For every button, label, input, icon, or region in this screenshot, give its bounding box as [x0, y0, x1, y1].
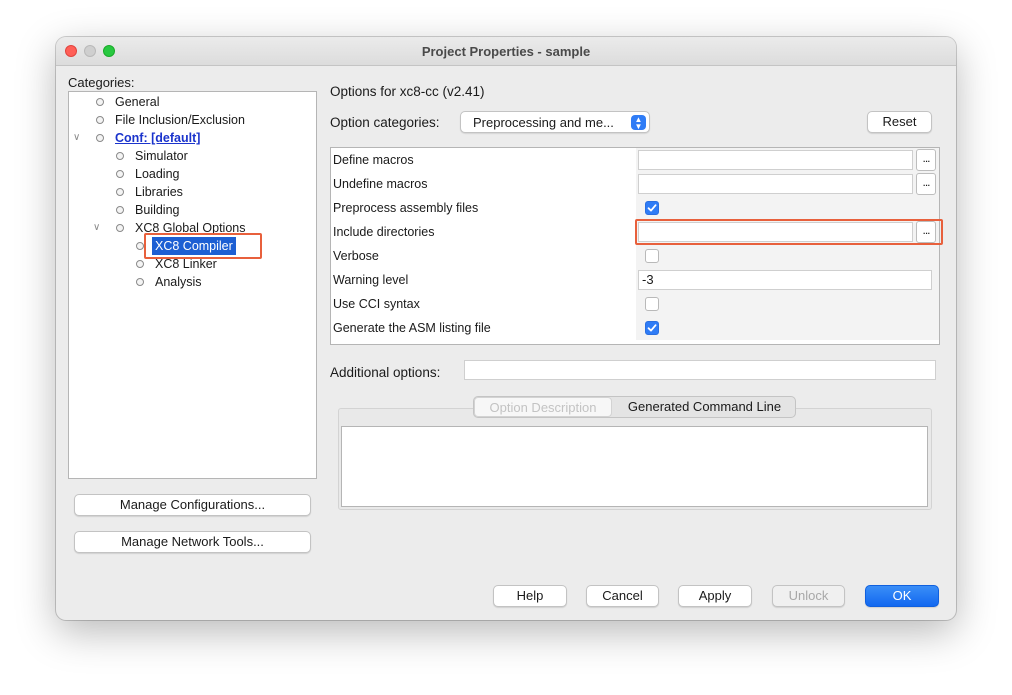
manage-network-tools-button[interactable]: Manage Network Tools...	[74, 531, 311, 553]
tree-item-loading[interactable]: Loading	[69, 165, 314, 183]
property-name: Include directories	[333, 225, 435, 239]
property-row-define-macros: Define macros ...	[331, 148, 939, 172]
tree-item-label: XC8 Global Options	[135, 221, 246, 235]
tree-item-label: Building	[135, 203, 180, 217]
options-property-table: Define macros ... Undefine macros ... Pr…	[330, 147, 940, 345]
tree-item-xc8-linker[interactable]: XC8 Linker	[69, 255, 314, 273]
tree-item-simulator[interactable]: Simulator	[69, 147, 314, 165]
warning-level-input[interactable]: -3	[638, 270, 932, 290]
preprocess-assembly-checkbox[interactable]	[645, 201, 659, 215]
generate-asm-listing-checkbox[interactable]	[645, 321, 659, 335]
property-row-preprocess-assembly: Preprocess assembly files	[331, 196, 939, 220]
cancel-button[interactable]: Cancel	[586, 585, 659, 607]
property-name: Use CCI syntax	[333, 297, 420, 311]
property-name: Verbose	[333, 249, 379, 263]
project-properties-window: Project Properties - sample Categories: …	[56, 37, 956, 620]
tree-node-icon	[96, 116, 104, 124]
tree-item-label: File Inclusion/Exclusion	[115, 113, 245, 127]
tree-node-icon	[116, 206, 124, 214]
expand-chevron-icon[interactable]: ∨	[73, 129, 80, 147]
use-cci-syntax-checkbox[interactable]	[645, 297, 659, 311]
reset-button[interactable]: Reset	[867, 111, 932, 133]
property-name: Warning level	[333, 273, 409, 287]
tree-node-icon	[116, 188, 124, 196]
checkmark-icon	[647, 204, 657, 212]
property-value-cell	[636, 316, 939, 340]
expand-chevron-icon[interactable]: ∨	[93, 219, 100, 237]
tree-node-icon	[96, 134, 104, 142]
include-directories-input[interactable]	[638, 222, 913, 242]
tree-item-libraries[interactable]: Libraries	[69, 183, 314, 201]
property-name: Preprocess assembly files	[333, 201, 479, 215]
categories-label: Categories:	[68, 75, 135, 90]
tree-item-conf-default[interactable]: ∨ Conf: [default]	[69, 129, 314, 147]
tree-item-label: General	[115, 95, 160, 109]
tree-item-label: Libraries	[135, 185, 183, 199]
ok-button[interactable]: OK	[865, 585, 939, 607]
tree-item-label: XC8 Linker	[155, 257, 217, 271]
additional-options-input[interactable]	[464, 360, 936, 380]
property-row-undefine-macros: Undefine macros ...	[331, 172, 939, 196]
tab-bar: Option Description Generated Command Lin…	[473, 396, 796, 418]
additional-options-label: Additional options:	[330, 365, 441, 380]
property-value-cell: ...	[636, 220, 939, 244]
include-directories-browse-button[interactable]: ...	[916, 221, 936, 243]
property-row-verbose: Verbose	[331, 244, 939, 268]
tree-item-file-inclusion[interactable]: File Inclusion/Exclusion	[69, 111, 314, 129]
tree-item-label[interactable]: Conf: [default]	[115, 129, 200, 147]
checkmark-icon	[647, 324, 657, 332]
tree-item-xc8-global-options[interactable]: ∨ XC8 Global Options	[69, 219, 314, 237]
tree-node-icon	[136, 260, 144, 268]
tree-item-analysis[interactable]: Analysis	[69, 273, 314, 291]
option-categories-select[interactable]: Preprocessing and me... ▲ ▼	[460, 111, 650, 133]
verbose-checkbox[interactable]	[645, 249, 659, 263]
window-title: Project Properties - sample	[421, 44, 591, 59]
tree-node-icon	[136, 278, 144, 286]
description-text-area	[341, 426, 928, 507]
property-name: Define macros	[333, 153, 414, 167]
tree-item-label: Loading	[135, 167, 180, 181]
property-value-cell	[636, 292, 939, 316]
tree-item-building[interactable]: Building	[69, 201, 314, 219]
property-value-cell: ...	[636, 172, 939, 196]
tab-generated-command-line[interactable]: Generated Command Line	[614, 397, 795, 417]
property-row-use-cci-syntax: Use CCI syntax	[331, 292, 939, 316]
unlock-button[interactable]: Unlock	[772, 585, 845, 607]
apply-button[interactable]: Apply	[678, 585, 752, 607]
categories-tree: General File Inclusion/Exclusion ∨ Conf:…	[68, 91, 317, 479]
property-value-cell	[636, 244, 939, 268]
tab-option-description[interactable]: Option Description	[474, 397, 612, 417]
tree-item-label: XC8 Compiler	[152, 237, 236, 255]
property-value-cell: -3	[636, 268, 939, 292]
option-categories-label: Option categories:	[330, 115, 440, 130]
define-macros-browse-button[interactable]: ...	[916, 149, 936, 171]
undefine-macros-browse-button[interactable]: ...	[916, 173, 936, 195]
undefine-macros-input[interactable]	[638, 174, 913, 194]
tree-item-xc8-compiler[interactable]: XC8 Compiler	[69, 237, 314, 255]
property-name: Generate the ASM listing file	[333, 321, 491, 335]
manage-configurations-button[interactable]: Manage Configurations...	[74, 494, 311, 516]
property-row-include-directories: Include directories ...	[331, 220, 939, 244]
property-value-cell: ...	[636, 148, 939, 172]
property-row-warning-level: Warning level -3	[331, 268, 939, 292]
title-bar: Project Properties - sample	[56, 37, 956, 66]
tree-node-icon	[116, 224, 124, 232]
tree-node-icon	[96, 98, 104, 106]
option-categories-value: Preprocessing and me...	[473, 115, 614, 130]
define-macros-input[interactable]	[638, 150, 913, 170]
select-arrows-icon: ▲ ▼	[631, 115, 646, 131]
property-row-generate-asm-listing: Generate the ASM listing file	[331, 316, 939, 340]
options-title: Options for xc8-cc (v2.41)	[330, 84, 485, 99]
tree-item-label: Simulator	[135, 149, 188, 163]
property-name: Undefine macros	[333, 177, 428, 191]
property-value-cell	[636, 196, 939, 220]
tree-node-icon	[136, 242, 144, 250]
tree-item-label: Analysis	[155, 275, 202, 289]
tree-node-icon	[116, 152, 124, 160]
help-button[interactable]: Help	[493, 585, 567, 607]
tree-item-general[interactable]: General	[69, 93, 314, 111]
tree-node-icon	[116, 170, 124, 178]
